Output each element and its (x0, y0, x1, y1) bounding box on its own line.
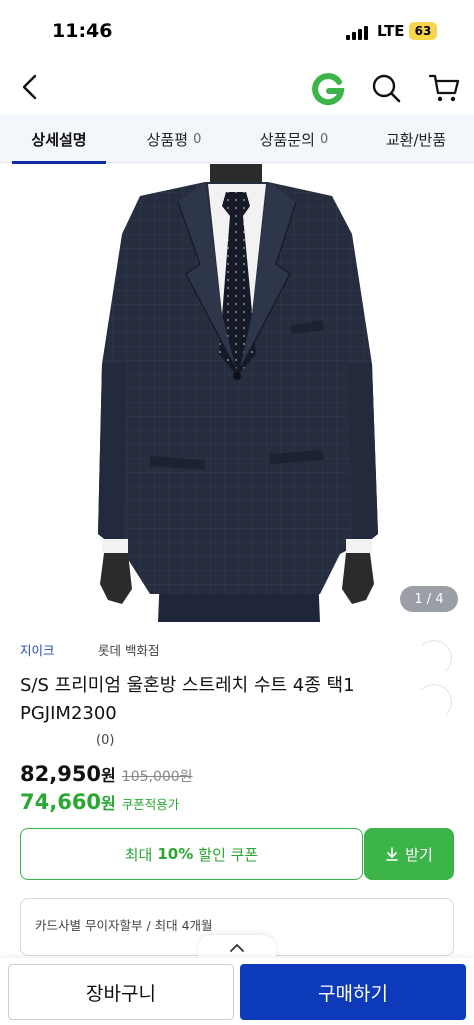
chevron-left-icon (22, 74, 37, 100)
wishlist-button[interactable] (416, 684, 452, 720)
tab-count: 0 (193, 131, 202, 147)
image-counter: 1 / 4 (400, 586, 458, 612)
product-image[interactable] (0, 164, 474, 622)
coupon-suffix: 할인 쿠폰 (198, 845, 259, 864)
download-icon (386, 847, 398, 861)
review-count[interactable]: (0) (96, 733, 114, 748)
tab-exchange-return[interactable]: 교환/반품 (358, 115, 474, 163)
search-icon (372, 74, 401, 103)
coupon-percent: 10% (157, 845, 194, 863)
g-logo-icon (312, 73, 345, 106)
sale-price: 82,950 (20, 762, 102, 786)
tab-description[interactable]: 상세설명 (0, 115, 118, 164)
network-label: LTE (377, 22, 405, 40)
tab-qna[interactable]: 상품문의 0 (230, 115, 358, 163)
detail-tabs: 상세설명 상품평 0 상품문의 0 교환/반품 (0, 115, 474, 164)
price-row: 82,950 원 105,000원 (20, 762, 193, 786)
tab-label: 상품문의 (259, 130, 315, 149)
signal-icon (346, 24, 372, 40)
tab-label: 교환/반품 (385, 130, 447, 149)
gmarket-logo[interactable] (310, 71, 346, 107)
chevron-up-icon (230, 944, 244, 952)
tab-label: 상품평 (146, 130, 189, 149)
product-title: S/S 프리미엄 울혼방 스트레치 수트 4종 택1 PGJIM2300 (20, 675, 355, 724)
coupon-price-unit: 원 (101, 794, 116, 813)
seller-row: 지이크 롯데 백화점 (20, 640, 159, 659)
original-price: 105,000원 (121, 769, 193, 785)
coupon-banner[interactable]: 최대 10% 할인 쿠폰 (20, 828, 363, 880)
buy-now-button[interactable]: 구매하기 (240, 964, 466, 1020)
receive-label: 받기 (405, 845, 433, 864)
receive-coupon-button[interactable]: 받기 (364, 828, 454, 880)
add-to-cart-button[interactable]: 장바구니 (8, 964, 234, 1020)
coupon-note: 쿠폰적용가 (121, 797, 180, 812)
share-button[interactable] (416, 640, 452, 676)
store-name: 롯데 백화점 (98, 643, 160, 658)
coupon-prefix: 최대 (124, 845, 153, 864)
price-unit: 원 (101, 766, 116, 785)
card-info-text: 카드사별 무이자할부 / 최대 4개월 (35, 918, 213, 933)
status-bar: 11:46 LTE 63 (0, 0, 474, 60)
coupon-price-row: 74,660 원 쿠폰적용가 (20, 790, 179, 814)
tab-reviews[interactable]: 상품평 0 (118, 115, 230, 163)
coupon-price: 74,660 (20, 790, 102, 814)
bottom-action-bar: 장바구니 구매하기 (0, 958, 474, 1025)
cart-button[interactable] (426, 70, 462, 106)
cart-icon (428, 74, 460, 102)
app-header (0, 60, 474, 115)
seller-link[interactable]: 지이크 (20, 643, 55, 658)
tab-count: 0 (319, 131, 329, 147)
tab-label: 상세설명 (31, 130, 87, 149)
search-button[interactable] (368, 70, 404, 106)
back-button[interactable] (14, 70, 48, 104)
status-time: 11:46 (52, 20, 113, 42)
suit-photo (98, 164, 378, 622)
battery-icon: 63 (409, 22, 437, 40)
